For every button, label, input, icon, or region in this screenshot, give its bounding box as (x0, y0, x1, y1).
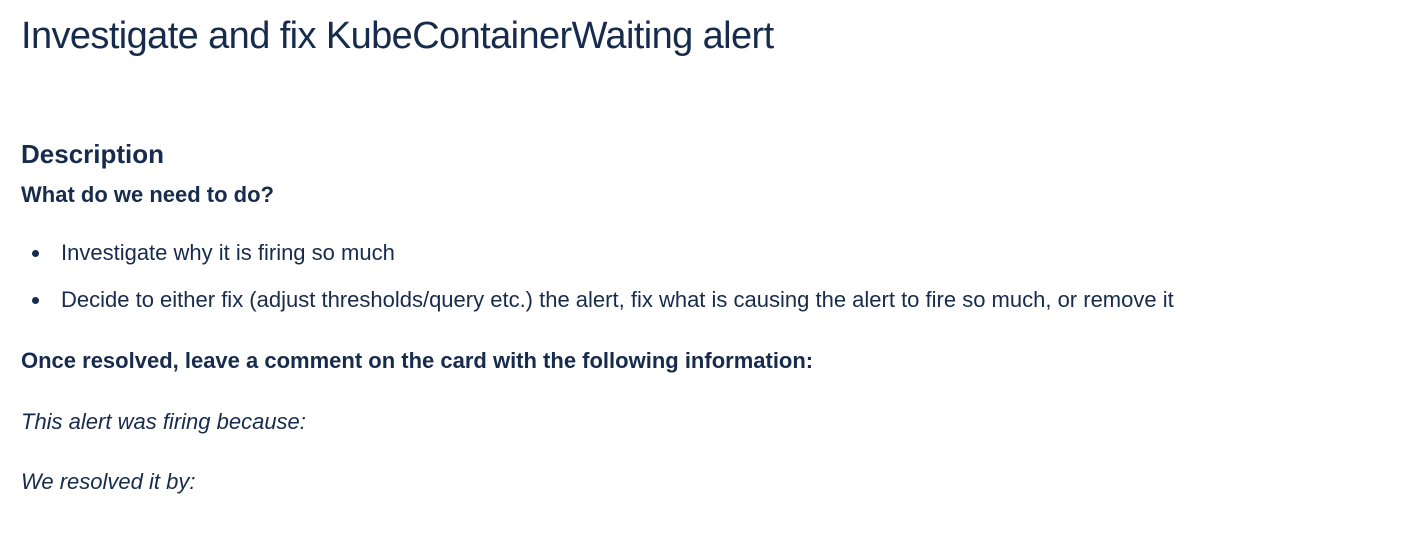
resolution-prompt: We resolved it by: (21, 469, 196, 494)
firing-reason-prompt: This alert was firing because: (21, 409, 306, 434)
todo-heading: What do we need to do? (21, 182, 274, 207)
todo-list: Investigate why it is firing so much Dec… (21, 238, 1174, 332)
resolved-instructions-heading: Once resolved, leave a comment on the ca… (21, 348, 814, 373)
bullet-icon (32, 297, 39, 304)
description-heading: Description (21, 139, 165, 169)
list-item: Investigate why it is firing so much (21, 238, 1174, 285)
issue-title: Investigate and fix KubeContainerWaiting… (21, 15, 774, 57)
list-item: Decide to either fix (adjust thresholds/… (21, 285, 1174, 332)
bullet-icon (32, 250, 39, 257)
list-item-text: Decide to either fix (adjust thresholds/… (61, 287, 1174, 312)
list-item-text: Investigate why it is firing so much (61, 240, 395, 265)
